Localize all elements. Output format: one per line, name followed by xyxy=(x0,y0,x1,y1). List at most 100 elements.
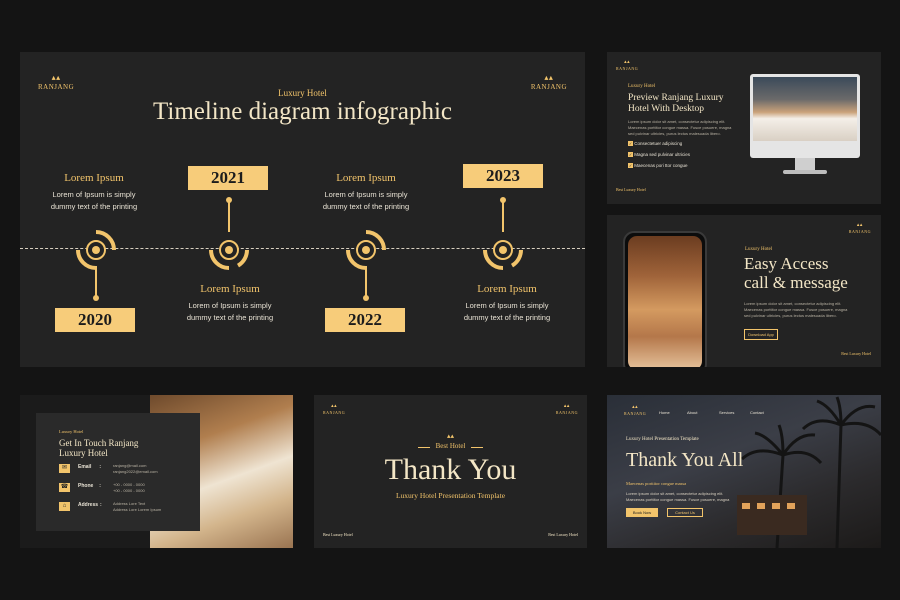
timeline-text-4a: Lorem of Ipsum is simply xyxy=(465,301,549,310)
desktop-monitor xyxy=(750,74,860,158)
brand-name: RANJANG xyxy=(323,410,346,415)
book-now-button[interactable]: Book Now xyxy=(626,508,658,517)
mobile-access-slide[interactable]: ▴▴ RANJANG Luxury Hotel Easy Access call… xyxy=(607,215,881,367)
logo-mark-icon: ▴▴ xyxy=(51,73,61,82)
timeline-marker-icon xyxy=(76,230,116,270)
timeline-marker-icon xyxy=(483,240,524,270)
timeline-stem-4 xyxy=(502,202,504,232)
timeline-eyebrow: Luxury Hotel xyxy=(278,88,327,98)
logo-mark-icon: ▴▴ xyxy=(624,60,631,65)
timeline-year-3: 2022 xyxy=(325,308,405,332)
timeline-dot-3 xyxy=(363,295,369,301)
desktop-title-line1: Preview Ranjang Luxury xyxy=(628,93,724,103)
timeline-stem-3 xyxy=(365,266,367,296)
check-item-1: ✓ Consectetuer adipiscing xyxy=(628,141,683,147)
phone-screen-image xyxy=(628,236,702,367)
mobile-body-3: sed pulvinar ultricies, purus lectus mal… xyxy=(744,313,837,318)
timeline-marker-icon xyxy=(346,230,386,270)
checkbox-icon: ✓ xyxy=(628,141,633,147)
address-value-2: Address Lore Lorem Ipsum xyxy=(113,507,162,512)
mobile-title-line1: Easy Access xyxy=(744,254,829,273)
desktop-footer: Best Luxury Hotel xyxy=(616,187,646,192)
brand-logo-right: ▴▴ RANJANG xyxy=(556,404,578,415)
location-icon: ⌂ xyxy=(59,502,70,511)
thanks-all-eyebrow: Luxury Hotel Presentation Template xyxy=(626,437,699,442)
thank-you-slide[interactable]: ▴▴ RANJANG ▴▴ RANJANG ▴▴ Best Hotel Than… xyxy=(314,395,587,548)
timeline-stem-2 xyxy=(228,202,230,232)
check-label: Maecenas pori ttor congue xyxy=(634,163,688,168)
timeline-heading-4: Lorem Ipsum xyxy=(477,283,537,295)
desktop-eyebrow: Luxury Hotel xyxy=(628,84,656,89)
thanks-footer-left: Best Luxury Hotel xyxy=(323,532,353,537)
center-logo-mark-icon: ▴▴ xyxy=(446,433,455,440)
desktop-preview-slide[interactable]: ▴▴ RANJANG Luxury Hotel Preview Ranjang … xyxy=(607,52,881,204)
monitor-base xyxy=(783,170,827,174)
timeline-marker-icon xyxy=(209,240,250,270)
thanks-subtitle: Luxury Hotel Presentation Template xyxy=(395,491,506,500)
logo-mark-icon: ▴▴ xyxy=(544,73,554,82)
checkbox-icon: ✓ xyxy=(628,163,633,169)
phone-value-2[interactable]: +00 - 0000 - 0000 xyxy=(113,488,145,494)
thanks-all-tagline: Maecenas porttitor congue massa xyxy=(626,481,687,486)
download-app-button[interactable]: Download App xyxy=(744,329,778,340)
mobile-footer: Best Luxury Hotel xyxy=(841,351,871,356)
mail-icon: ✉ xyxy=(59,464,70,473)
thanks-all-body-2: Maecenas porttitor congue massa. Fusce p… xyxy=(626,497,730,502)
timeline-text-3b: dummy text of the printing xyxy=(322,202,410,211)
timeline-text-2a: Lorem of Ipsum is simply xyxy=(188,301,272,310)
email-value-2[interactable]: ranjang2022@email.com xyxy=(113,469,158,475)
checkbox-icon: ✓ xyxy=(628,152,633,158)
timeline-title: Timeline diagram infographic xyxy=(152,98,452,125)
nav-about[interactable]: About xyxy=(687,410,697,415)
monitor-stand xyxy=(795,158,815,170)
mobile-eyebrow: Luxury Hotel xyxy=(745,247,773,252)
timeline-heading-2: Lorem Ipsum xyxy=(200,283,260,295)
nav-home[interactable]: Home xyxy=(659,410,670,415)
contact-us-button[interactable]: Contact Us xyxy=(667,508,703,517)
thanks-title: Thank You xyxy=(384,453,517,486)
check-label: Consectetuer adipiscing xyxy=(634,141,683,146)
brand-logo: ▴▴ RANJANG xyxy=(624,405,646,416)
timeline-heading-3: Lorem Ipsum xyxy=(336,172,396,184)
brand-logo-left: ▴▴ RANJANG xyxy=(323,404,345,415)
timeline-slide[interactable]: ▴▴ RANJANG ▴▴ RANJANG Luxury Hotel Timel… xyxy=(20,52,585,367)
nav-contact[interactable]: Contact xyxy=(750,410,764,415)
logo-mark-icon: ▴▴ xyxy=(632,405,639,410)
thanks-footer-right: Best Luxury Hotel xyxy=(548,532,578,537)
timeline-year-1: 2020 xyxy=(55,308,135,332)
timeline-text-4b: dummy text of the printing xyxy=(463,313,551,322)
phone-label: Phone: xyxy=(78,483,101,489)
check-item-3: ✓ Maecenas pori ttor congue xyxy=(628,163,688,169)
timeline-text-2b: dummy text of the printing xyxy=(186,313,274,322)
timeline-year-2: 2021 xyxy=(188,166,268,190)
brand-name: RANJANG xyxy=(624,411,647,416)
timeline-text-3a: Lorem of Ipsum is simply xyxy=(324,190,408,199)
brand-logo: ▴▴ RANJANG xyxy=(616,60,638,71)
phone-icon: ☎ xyxy=(59,483,70,492)
logo-mark-icon: ▴▴ xyxy=(856,223,863,228)
phone-mockup xyxy=(623,231,707,367)
monitor-screen-image xyxy=(753,77,857,141)
thank-you-all-slide[interactable]: ▴▴ RANJANG Home About Services Contact L… xyxy=(607,395,881,548)
contact-card: Luxury Hotel Get In Touch Ranjang Luxury… xyxy=(36,413,200,531)
timeline-dot-1 xyxy=(93,295,99,301)
thanks-all-title: Thank You All xyxy=(626,449,744,471)
thanks-eyebrow: Best Hotel xyxy=(435,442,466,450)
contact-title-line1: Get In Touch Ranjang xyxy=(59,438,139,448)
brand-name: RANJANG xyxy=(616,66,639,71)
logo-mark-icon: ▴▴ xyxy=(563,404,570,409)
timeline-stem-1 xyxy=(95,266,97,296)
timeline-text-1b: dummy text of the printing xyxy=(50,202,138,211)
logo-mark-icon: ▴▴ xyxy=(331,404,338,409)
address-label: Address: xyxy=(78,502,102,508)
timeline-heading-1: Lorem Ipsum xyxy=(64,172,124,184)
timeline-year-4: 2023 xyxy=(463,164,543,188)
brand-name: RANJANG xyxy=(555,410,578,415)
nav-services[interactable]: Services xyxy=(719,410,734,415)
contact-title-line2: Luxury Hotel xyxy=(59,448,108,458)
contact-eyebrow: Luxury Hotel xyxy=(59,429,84,434)
email-label: Email: xyxy=(78,464,102,470)
mobile-title-line2: call & message xyxy=(744,273,848,292)
contact-slide[interactable]: Luxury Hotel Get In Touch Ranjang Luxury… xyxy=(20,395,293,548)
brand-name: RANJANG xyxy=(848,229,871,234)
